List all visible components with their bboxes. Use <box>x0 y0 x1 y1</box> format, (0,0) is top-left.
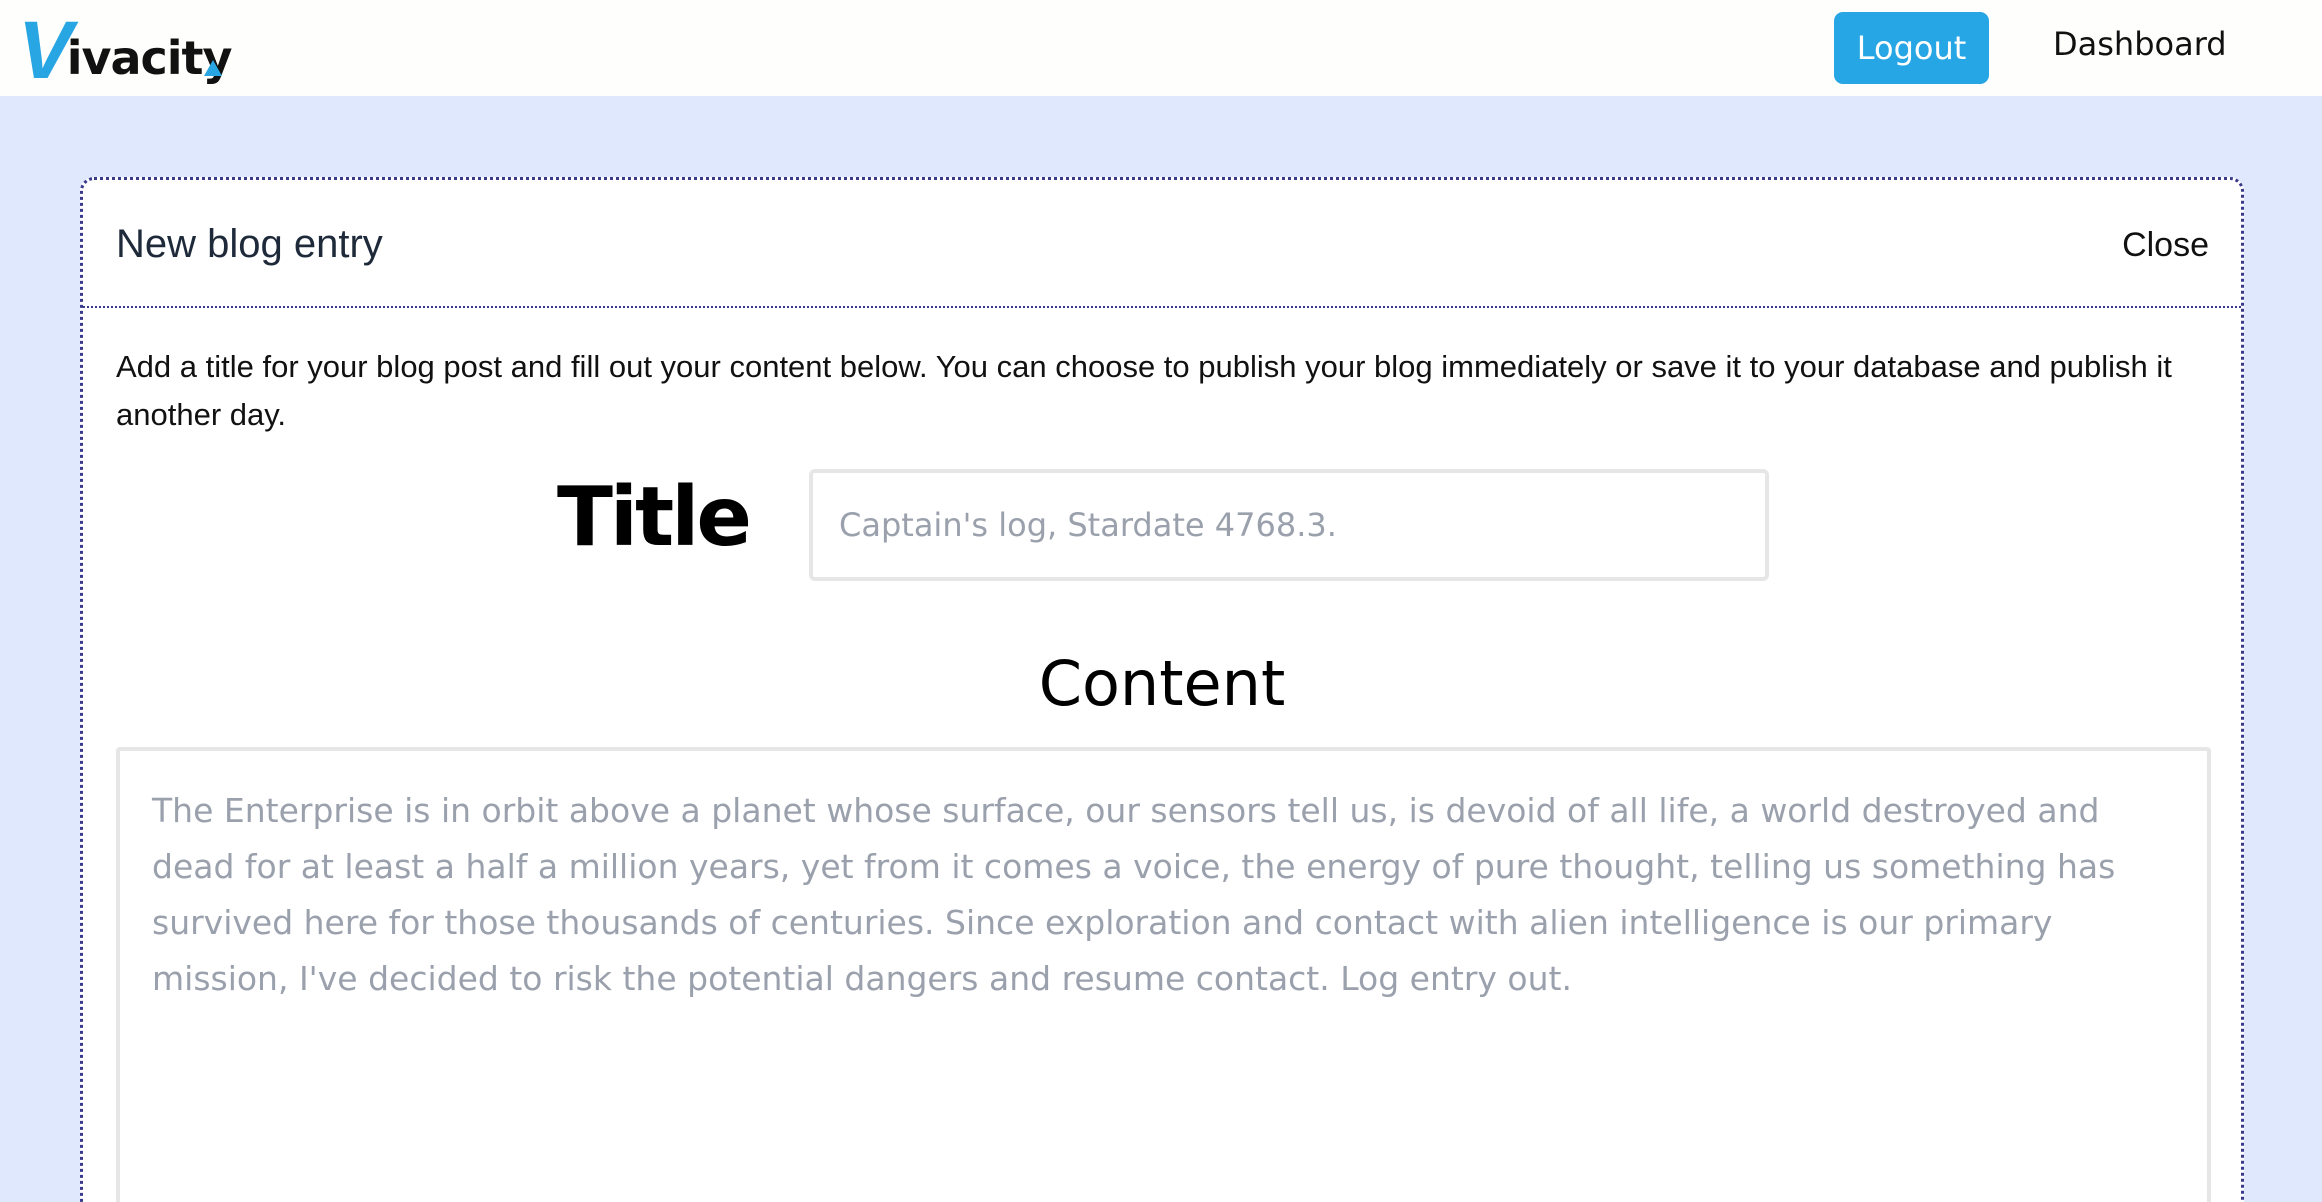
close-button[interactable]: Close <box>2122 223 2209 267</box>
vivacity-logo[interactable]: V ivacity <box>18 5 233 96</box>
top-navbar: V ivacity Logout Dashboard <box>0 0 2322 96</box>
dashboard-link[interactable]: Dashboard <box>2053 18 2227 70</box>
modal-title: New blog entry <box>116 222 383 266</box>
title-input[interactable] <box>809 469 1769 581</box>
new-blog-entry-modal: New blog entry Close Add a title for you… <box>80 177 2244 1202</box>
content-textarea[interactable] <box>116 747 2211 1202</box>
title-label: Title <box>557 470 752 565</box>
logo-triangle-icon <box>204 60 222 76</box>
intro-text: Add a title for your blog post and fill … <box>116 349 2172 432</box>
logout-button[interactable]: Logout <box>1834 12 1989 84</box>
logo-wordmark: ivacity <box>66 31 233 85</box>
content-heading: Content <box>1038 647 1286 720</box>
modal-header: New blog entry Close <box>83 180 2241 308</box>
logo-initial: V <box>18 5 73 96</box>
